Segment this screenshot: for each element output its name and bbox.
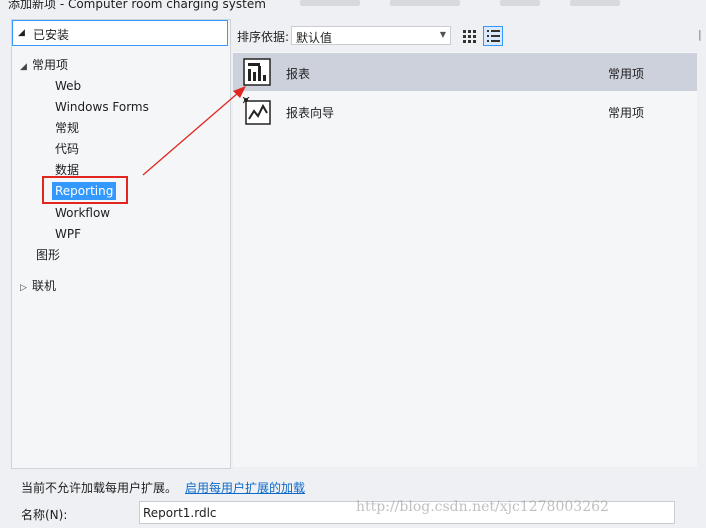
list-item-report-wizard[interactable]: 报表向导 常用项 xyxy=(233,92,697,130)
tree-node-online[interactable]: ▷ 联机 xyxy=(20,277,56,295)
blurred-region xyxy=(390,0,460,6)
enable-extensions-link[interactable]: 启用每用户扩展的加载 xyxy=(185,481,305,495)
collapsed-triangle-icon[interactable]: ▷ xyxy=(20,279,32,297)
template-list: 报表 常用项 报表向导 常用项 xyxy=(233,52,697,467)
expanded-triangle-icon[interactable]: ◢ xyxy=(20,58,32,76)
installed-header[interactable]: ◢ 已安装 xyxy=(12,20,228,46)
list-view-icon xyxy=(487,30,500,42)
tree-node-web[interactable]: Web xyxy=(55,77,81,95)
list-item-report[interactable]: 报表 常用项 xyxy=(233,53,697,91)
item-name: 报表向导 xyxy=(286,106,335,120)
sort-value: 默认值 xyxy=(296,31,333,45)
name-input[interactable] xyxy=(139,501,675,524)
item-category: 常用项 xyxy=(608,106,645,120)
dropdown-arrow-icon: ▼ xyxy=(439,30,446,39)
extension-notice: 当前不允许加载每用户扩展。 启用每用户扩展的加载 xyxy=(21,479,305,496)
panel-edge-marker: | xyxy=(698,28,702,41)
template-tree: ◢ 已安装 ◢ 常用项 Web Windows Forms 常规 代码 数据 Re… xyxy=(11,19,231,469)
report-icon xyxy=(243,58,271,86)
grid-view-icon xyxy=(463,30,476,43)
item-name: 报表 xyxy=(286,67,311,81)
sort-dropdown[interactable]: 默认值 ▼ xyxy=(291,26,451,45)
annotation-highlight-box xyxy=(42,176,128,204)
blurred-region xyxy=(500,0,540,6)
tree-node-workflow[interactable]: Workflow xyxy=(55,204,110,222)
tree-node-code[interactable]: 代码 xyxy=(55,140,79,158)
tree-node-windows-forms[interactable]: Windows Forms xyxy=(55,98,149,116)
tree-node-graphics[interactable]: 图形 xyxy=(36,246,60,264)
name-label: 名称(N): xyxy=(21,508,68,522)
installed-label: 已安装 xyxy=(33,28,70,42)
sort-label: 排序依据: xyxy=(237,30,290,44)
list-view-button[interactable] xyxy=(483,26,503,46)
item-category: 常用项 xyxy=(608,67,645,81)
blurred-region xyxy=(300,0,360,6)
window-title: 添加新项 - Computer room charging system xyxy=(8,0,266,11)
tree-node-wpf[interactable]: WPF xyxy=(55,225,81,243)
grid-view-button[interactable] xyxy=(459,26,479,46)
extension-notice-text: 当前不允许加载每用户扩展。 xyxy=(21,481,178,495)
tree-node-general[interactable]: 常规 xyxy=(55,119,79,137)
tree-node-common[interactable]: ◢ 常用项 xyxy=(20,56,68,74)
report-wizard-icon xyxy=(243,97,271,125)
title-bar: 添加新项 - Computer room charging system xyxy=(0,0,706,11)
blurred-region xyxy=(570,0,620,6)
collapse-triangle-icon[interactable]: ◢ xyxy=(18,28,25,38)
